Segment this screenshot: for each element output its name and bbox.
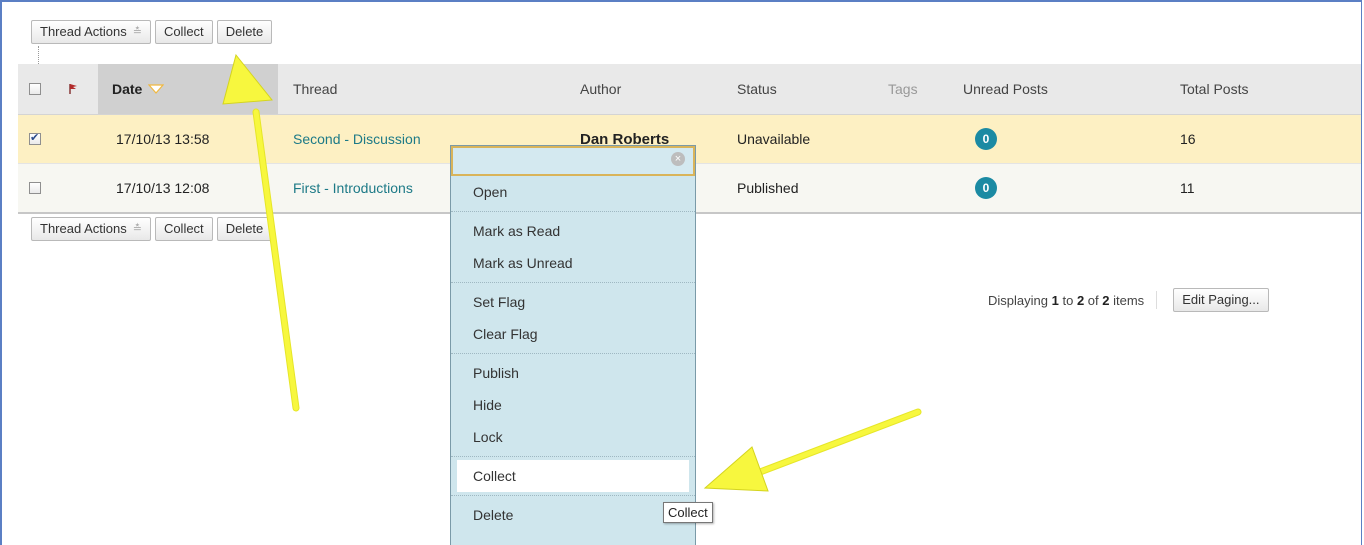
- unread-badge[interactable]: 0: [975, 177, 997, 199]
- delete-button[interactable]: Delete: [216, 20, 273, 44]
- menu-group: Open: [451, 176, 695, 212]
- collect-label: Collect: [163, 221, 204, 236]
- row-status: Published: [737, 180, 799, 196]
- menu-item-clear-flag[interactable]: Clear Flag: [451, 318, 695, 350]
- row-date: 17/10/13 12:08: [116, 180, 210, 196]
- paging-suffix: items: [1113, 292, 1145, 308]
- menu-group: Mark as Read Mark as Unread: [451, 215, 695, 283]
- menu-item-delete[interactable]: Delete: [451, 499, 695, 531]
- thread-actions-label: Thread Actions: [40, 221, 127, 236]
- double-chevron-icon: ≛: [132, 223, 142, 235]
- row-checkbox[interactable]: [29, 182, 41, 194]
- thread-link[interactable]: Second - Discussion: [293, 115, 421, 163]
- menu-item-open[interactable]: Open: [451, 176, 695, 208]
- menu-item-set-flag[interactable]: Set Flag: [451, 286, 695, 318]
- thread-link[interactable]: First - Introductions: [293, 164, 413, 212]
- menu-item-mark-unread[interactable]: Mark as Unread: [451, 247, 695, 279]
- menu-header: ×: [451, 146, 695, 176]
- paging-prefix: Displaying: [988, 292, 1048, 308]
- paging-to: 2: [1076, 292, 1085, 308]
- paging-divider: [1156, 291, 1158, 309]
- collect-tooltip: Collect: [663, 502, 713, 523]
- thread-actions-button[interactable]: Thread Actions ≛: [31, 217, 151, 241]
- thread-column-header[interactable]: Thread: [293, 64, 337, 114]
- thread-actions-label: Thread Actions: [40, 24, 127, 39]
- author-column-header[interactable]: Author: [580, 64, 621, 114]
- dotted-divider: [38, 46, 39, 64]
- menu-item-mark-read[interactable]: Mark as Read: [451, 215, 695, 247]
- paging-of-word: of: [1087, 292, 1099, 308]
- status-column-header[interactable]: Status: [737, 64, 777, 114]
- delete-label: Delete: [225, 24, 264, 39]
- total-column-header[interactable]: Total Posts: [1180, 64, 1248, 114]
- row-date: 17/10/13 13:58: [116, 131, 210, 147]
- collect-button[interactable]: Collect: [154, 217, 213, 241]
- table-header-row: Date Thread Author Status Tags Unread Po…: [18, 64, 1361, 115]
- date-column-header[interactable]: Date: [98, 64, 278, 114]
- date-header-label: Date: [112, 81, 143, 97]
- close-icon[interactable]: ×: [671, 152, 685, 166]
- unread-badge[interactable]: 0: [975, 128, 997, 150]
- row-checkbox[interactable]: [29, 131, 41, 145]
- menu-item-hide[interactable]: Hide: [451, 389, 695, 421]
- paging-info: Displaying 1 to 2 of 2 items Edit Paging…: [988, 288, 1269, 312]
- bottom-toolbar: Thread Actions ≛ Collect Delete: [31, 217, 273, 243]
- paging-to-word: to: [1062, 292, 1074, 308]
- collect-button[interactable]: Collect: [154, 20, 213, 44]
- tags-column-header[interactable]: Tags: [888, 64, 918, 114]
- menu-item-publish[interactable]: Publish: [451, 357, 695, 389]
- top-toolbar: Thread Actions ≛ Collect Delete: [31, 20, 273, 46]
- paging-total: 2: [1102, 292, 1110, 308]
- row-status: Unavailable: [737, 131, 811, 147]
- menu-item-collect[interactable]: Collect: [457, 460, 689, 492]
- unread-column-header[interactable]: Unread Posts: [963, 64, 1048, 114]
- delete-label: Delete: [225, 221, 264, 236]
- select-all-checkbox[interactable]: [29, 83, 41, 95]
- thread-context-menu: × Open Mark as Read Mark as Unread Set F…: [450, 145, 696, 545]
- sort-chevron-icon: [148, 84, 165, 94]
- edit-paging-button[interactable]: Edit Paging...: [1173, 288, 1269, 312]
- collect-label: Collect: [163, 24, 204, 39]
- delete-button[interactable]: Delete: [216, 217, 273, 241]
- paging-from: 1: [1051, 292, 1059, 308]
- menu-item-lock[interactable]: Lock: [451, 421, 695, 453]
- thread-actions-button[interactable]: Thread Actions ≛: [31, 20, 151, 44]
- row-total: 16: [1180, 131, 1196, 147]
- menu-group: Set Flag Clear Flag: [451, 286, 695, 354]
- menu-group: Publish Hide Lock: [451, 357, 695, 457]
- menu-group: Collect: [451, 460, 695, 496]
- row-total: 11: [1180, 180, 1195, 196]
- double-chevron-icon: ≛: [132, 26, 142, 38]
- flag-icon[interactable]: [68, 64, 78, 114]
